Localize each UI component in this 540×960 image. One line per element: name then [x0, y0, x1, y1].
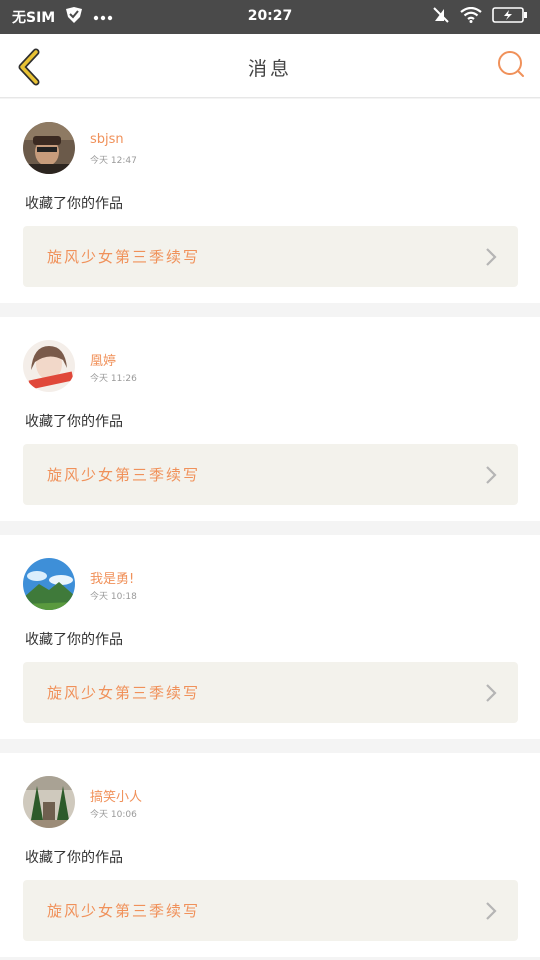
action-text: 收藏了你的作品 — [25, 414, 123, 430]
page-title: 消息 — [247, 58, 292, 80]
mute-icon — [432, 6, 450, 28]
message-list: sbjsn 今天 12:47 收藏了你的作品 旋风少女第三季续写 凰婷 今天 1… — [0, 99, 540, 957]
message-card[interactable]: 搞笑小人 今天 10:06 收藏了你的作品 旋风少女第三季续写 — [0, 753, 540, 957]
work-title: 旋风少女第三季续写 — [47, 902, 201, 920]
action-text: 收藏了你的作品 — [25, 632, 123, 648]
timestamp: 今天 10:06 — [90, 810, 137, 820]
username[interactable]: 搞笑小人 — [90, 786, 142, 805]
chevron-right-icon — [486, 248, 497, 266]
search-icon — [498, 51, 524, 77]
message-card[interactable]: 凰婷 今天 11:26 收藏了你的作品 旋风少女第三季续写 — [0, 317, 540, 521]
timestamp: 今天 10:18 — [90, 592, 137, 602]
timestamp: 今天 12:47 — [90, 156, 137, 166]
chevron-right-icon — [486, 466, 497, 484]
work-link[interactable]: 旋风少女第三季续写 — [23, 662, 518, 723]
search-button[interactable] — [496, 50, 526, 80]
avatar[interactable] — [23, 776, 75, 828]
work-title: 旋风少女第三季续写 — [47, 248, 201, 266]
avatar[interactable] — [23, 340, 75, 392]
username[interactable]: 凰婷 — [90, 350, 116, 369]
battery-charging-icon — [492, 7, 528, 27]
chevron-right-icon — [486, 902, 497, 920]
work-link[interactable]: 旋风少女第三季续写 — [23, 226, 518, 287]
avatar[interactable] — [23, 122, 75, 174]
message-card[interactable]: 我是勇! 今天 10:18 收藏了你的作品 旋风少女第三季续写 — [0, 535, 540, 739]
status-bar: 无SIM 20:27 — [0, 0, 540, 34]
action-text: 收藏了你的作品 — [25, 196, 123, 212]
avatar[interactable] — [23, 558, 75, 610]
app-header: 消息 — [0, 34, 540, 98]
work-link[interactable]: 旋风少女第三季续写 — [23, 880, 518, 941]
action-text: 收藏了你的作品 — [25, 850, 123, 866]
chevron-right-icon — [486, 684, 497, 702]
message-card[interactable]: sbjsn 今天 12:47 收藏了你的作品 旋风少女第三季续写 — [0, 99, 540, 303]
username[interactable]: 我是勇! — [90, 568, 134, 587]
work-title: 旋风少女第三季续写 — [47, 466, 201, 484]
username[interactable]: sbjsn — [90, 132, 124, 147]
wifi-icon — [460, 6, 482, 27]
work-title: 旋风少女第三季续写 — [47, 684, 201, 702]
timestamp: 今天 11:26 — [90, 374, 137, 384]
work-link[interactable]: 旋风少女第三季续写 — [23, 444, 518, 505]
